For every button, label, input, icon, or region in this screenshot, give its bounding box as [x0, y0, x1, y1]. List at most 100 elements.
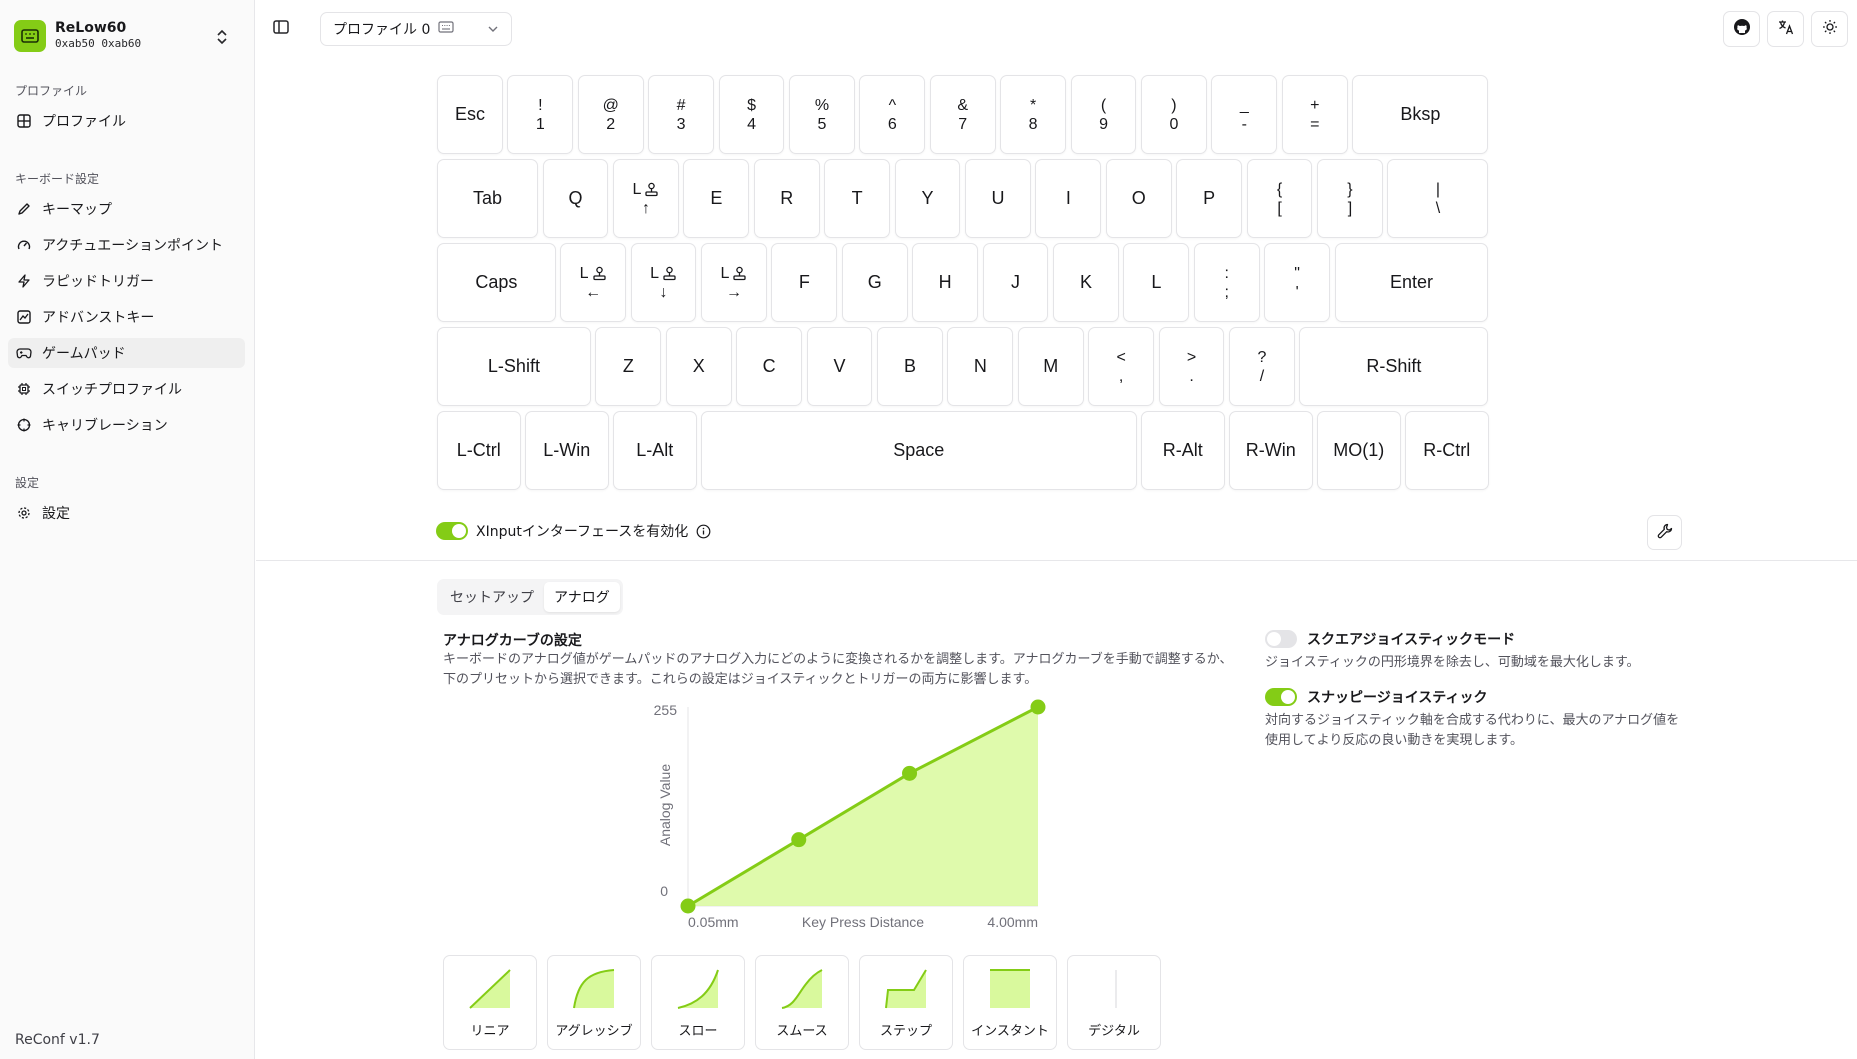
- key-c[interactable]: C: [736, 327, 803, 406]
- key-x[interactable]: X: [665, 327, 732, 406]
- key-enter[interactable]: Enter: [1334, 243, 1489, 322]
- key-0-2[interactable]: @2: [577, 75, 644, 154]
- sidebar-toggle-icon[interactable]: [272, 18, 290, 36]
- preset-linear[interactable]: リニア: [443, 955, 537, 1050]
- chevrons-up-down-icon[interactable]: [214, 26, 230, 48]
- curve-control-point[interactable]: [791, 832, 807, 848]
- curve-control-point[interactable]: [1030, 699, 1046, 715]
- xinput-toggle[interactable]: [436, 522, 468, 540]
- key-0-10[interactable]: ) 0: [1141, 75, 1207, 154]
- preset-digital[interactable]: デジタル: [1067, 955, 1161, 1050]
- key-r-win[interactable]: R-Win: [1229, 411, 1313, 490]
- preset-instant[interactable]: インスタント: [963, 955, 1057, 1050]
- theme-button[interactable]: [1811, 11, 1848, 47]
- key-tab[interactable]: Tab: [437, 159, 539, 238]
- preset-aggressive[interactable]: アグレッシブ: [547, 955, 641, 1050]
- key-b[interactable]: B: [877, 327, 943, 406]
- sidebar-item-actuation[interactable]: アクチュエーションポイント: [8, 230, 245, 260]
- key-2-11[interactable]: " ': [1264, 243, 1331, 322]
- sidebar-item-advanced-keys[interactable]: アドバンストキー: [8, 302, 245, 332]
- key-r-ctrl[interactable]: R-Ctrl: [1405, 411, 1489, 490]
- key-0-9[interactable]: (9: [1070, 75, 1137, 154]
- digital-curve-icon: [1115, 970, 1117, 1008]
- key-mo-1[interactable]: MO(1): [1317, 411, 1401, 490]
- key-1-12[interactable]: }]: [1317, 159, 1383, 238]
- key-h[interactable]: H: [912, 243, 979, 322]
- key-v[interactable]: V: [806, 327, 873, 406]
- key-k[interactable]: K: [1053, 243, 1119, 322]
- key-l-shift[interactable]: L-Shift: [437, 327, 591, 406]
- key-t[interactable]: T: [824, 159, 891, 238]
- key-g[interactable]: G: [841, 243, 908, 322]
- key-r-alt[interactable]: R-Alt: [1141, 411, 1225, 490]
- key-label: R-Shift: [1366, 356, 1422, 376]
- sidebar-item-keymap[interactable]: キーマップ: [8, 194, 245, 224]
- key-0-1[interactable]: ! 1: [507, 75, 574, 154]
- key-2-10[interactable]: :;: [1193, 243, 1260, 322]
- key-joystick-1-2[interactable]: L ↑: [613, 159, 679, 238]
- key-y[interactable]: Y: [894, 159, 961, 238]
- key-joystick-2-1[interactable]: L ←: [560, 243, 627, 322]
- key-joystick-2-2[interactable]: L ↓: [630, 243, 697, 322]
- tab-analog[interactable]: アナログ: [544, 582, 620, 612]
- key-l-ctrl[interactable]: L-Ctrl: [437, 411, 521, 490]
- key-p[interactable]: P: [1176, 159, 1243, 238]
- key-0-3[interactable]: #3: [648, 75, 715, 154]
- key-o[interactable]: O: [1105, 159, 1172, 238]
- key-space[interactable]: Space: [701, 411, 1137, 490]
- info-icon[interactable]: [696, 524, 711, 539]
- key-u[interactable]: U: [965, 159, 1031, 238]
- key-0-11[interactable]: _ -: [1211, 75, 1278, 154]
- key-0-5[interactable]: % 5: [789, 75, 855, 154]
- key-joystick-2-3[interactable]: L →: [701, 243, 767, 322]
- sidebar-item-settings[interactable]: 設定: [8, 498, 245, 528]
- key-i[interactable]: I: [1035, 159, 1102, 238]
- key-l-alt[interactable]: L-Alt: [613, 411, 697, 490]
- language-button[interactable]: [1767, 11, 1804, 47]
- curve-control-point[interactable]: [902, 765, 918, 781]
- preset-smooth[interactable]: スムース: [755, 955, 849, 1050]
- key-3-10[interactable]: ? /: [1229, 327, 1295, 406]
- sidebar-item-profile[interactable]: プロファイル: [8, 106, 245, 136]
- key-caps[interactable]: Caps: [437, 243, 556, 322]
- sidebar-item-calibration[interactable]: キャリブレーション: [8, 410, 245, 440]
- sidebar-item-rapid-trigger[interactable]: ラピッドトリガー: [8, 266, 245, 296]
- key-r-shift[interactable]: R-Shift: [1299, 327, 1489, 406]
- curve-control-point[interactable]: [680, 898, 696, 914]
- key-0-6[interactable]: ^ 6: [859, 75, 926, 154]
- key-3-9[interactable]: >.: [1158, 327, 1225, 406]
- key-1-13[interactable]: | \: [1387, 159, 1489, 238]
- device-selector[interactable]: ReLow60 0xab50 0xab60: [14, 16, 244, 56]
- snappy-joystick-toggle[interactable]: [1265, 688, 1297, 706]
- preset-step[interactable]: ステップ: [859, 955, 953, 1050]
- key-l[interactable]: L: [1123, 243, 1190, 322]
- key-0-12[interactable]: + =: [1281, 75, 1348, 154]
- key-m[interactable]: M: [1017, 327, 1084, 406]
- nav-group-profile: プロファイル: [15, 84, 88, 98]
- key-bksp[interactable]: Bksp: [1352, 75, 1489, 154]
- sidebar-item-gamepad[interactable]: ゲームパッド: [8, 338, 245, 368]
- preset-slow[interactable]: スロー: [651, 955, 745, 1050]
- key-esc[interactable]: Esc: [437, 75, 503, 154]
- key-n[interactable]: N: [947, 327, 1014, 406]
- analog-curve-chart[interactable]: 255 0 Analog Value 0.05mm Key Press Dist…: [640, 695, 1060, 935]
- square-joystick-toggle[interactable]: [1265, 630, 1297, 648]
- key-z[interactable]: Z: [595, 327, 662, 406]
- key-j[interactable]: J: [982, 243, 1049, 322]
- key-3-8[interactable]: <,: [1088, 327, 1155, 406]
- key-e[interactable]: E: [683, 159, 750, 238]
- key-0-4[interactable]: $4: [718, 75, 785, 154]
- tab-setup[interactable]: セットアップ: [440, 582, 544, 612]
- tools-button[interactable]: [1647, 515, 1682, 550]
- key-l-win[interactable]: L-Win: [525, 411, 609, 490]
- key-r[interactable]: R: [753, 159, 820, 238]
- key-0-8[interactable]: * 8: [1000, 75, 1067, 154]
- sidebar-item-switch-profile[interactable]: スイッチプロファイル: [8, 374, 245, 404]
- key-1-11[interactable]: {[: [1246, 159, 1313, 238]
- profile-select[interactable]: プロファイル 0: [320, 12, 512, 46]
- x-axis-max-label: 4.00mm: [987, 914, 1038, 930]
- github-button[interactable]: [1723, 11, 1760, 47]
- key-0-7[interactable]: & 7: [929, 75, 996, 154]
- key-q[interactable]: Q: [542, 159, 609, 238]
- key-f[interactable]: F: [771, 243, 838, 322]
